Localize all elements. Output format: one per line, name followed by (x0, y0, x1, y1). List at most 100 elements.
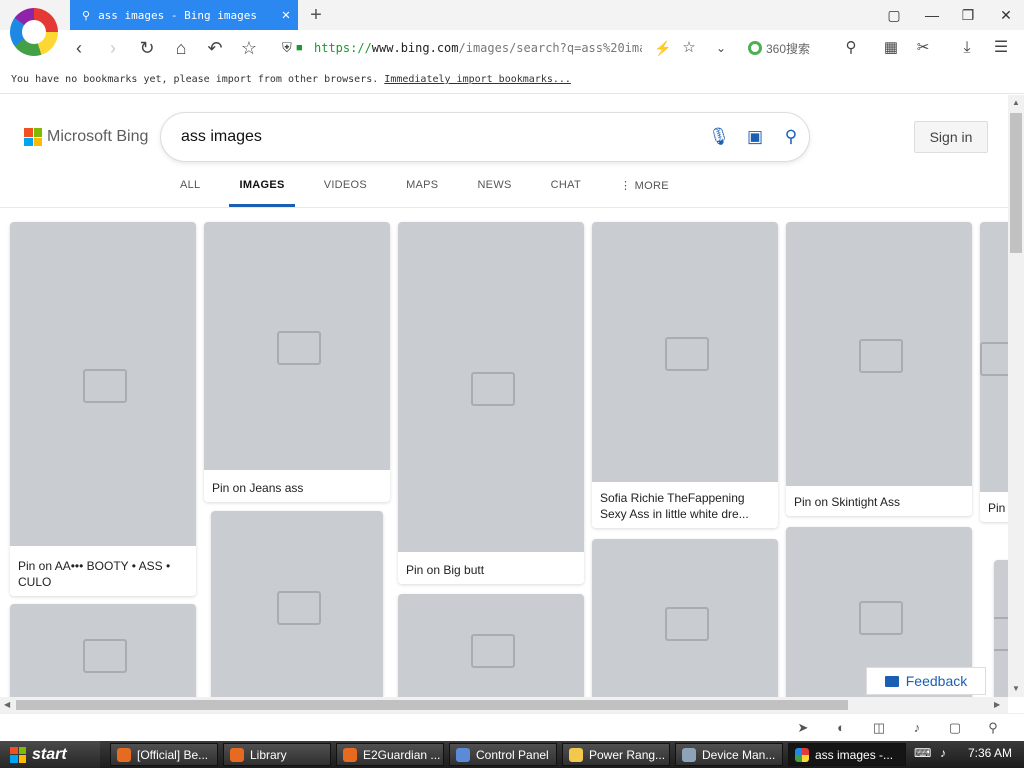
new-tab-button[interactable]: + (306, 3, 326, 27)
brand-name: Microsoft Bing (47, 128, 149, 145)
bing-logo[interactable]: Microsoft Bing (24, 128, 148, 146)
image-result[interactable] (592, 539, 778, 697)
download-icon[interactable]: ⤓ (954, 36, 980, 60)
visual-search-icon[interactable]: ▣ (737, 127, 773, 147)
close-window-icon[interactable]: ✕ (992, 4, 1020, 26)
360-search-icon (748, 41, 762, 55)
system-tray: ⌨ ♪ 7:36 AM (910, 741, 1024, 768)
taskbar-item[interactable]: Device Man... (675, 743, 783, 766)
firefox-icon (343, 747, 357, 762)
scissors-icon[interactable]: ✂ (910, 36, 936, 60)
undo-close-icon[interactable]: ↶ (202, 36, 228, 60)
tab-videos[interactable]: VIDEOS (314, 173, 377, 207)
vertical-scrollbar[interactable]: ▲ ▼ (1008, 95, 1024, 697)
forward-icon[interactable]: › (100, 36, 126, 60)
scope-tabs: ALL IMAGES VIDEOS MAPS NEWS CHAT ⋮ MORE (170, 173, 698, 207)
address-bar[interactable]: ⛨ ■ https://www.bing.com/images/search?q… (282, 35, 642, 61)
tab-bing-images[interactable]: ⚲ ass images - Bing images ✕ (70, 0, 298, 30)
tab-news[interactable]: NEWS (467, 173, 521, 207)
apps-grid-icon[interactable]: ▦ (878, 36, 904, 60)
lightning-icon[interactable]: ⚡ (650, 36, 676, 60)
tab-more[interactable]: ⋮ MORE (610, 173, 679, 207)
image-result[interactable] (10, 604, 196, 697)
image-result[interactable]: Pin (980, 222, 1008, 522)
lock-icon: ■ (296, 42, 303, 54)
chevron-down-icon[interactable]: ⌄ (708, 36, 734, 60)
favorite-icon[interactable]: ☆ (676, 36, 702, 60)
image-placeholder (398, 222, 584, 552)
image-result[interactable] (398, 594, 584, 697)
scroll-right-icon[interactable]: ▶ (994, 700, 1000, 709)
scroll-up-icon[interactable]: ▲ (1012, 98, 1020, 107)
taskbar-item[interactable]: Library (223, 743, 331, 766)
feedback-icon (884, 675, 899, 687)
bookmark-bar: You have no bookmarks yet, please import… (0, 66, 1024, 94)
sign-in-button[interactable]: Sign in (914, 121, 988, 153)
keyboard-icon[interactable]: ⌨ (914, 746, 931, 760)
home-icon[interactable]: ⌂ (168, 36, 194, 60)
device-manager-icon (682, 747, 696, 762)
clock[interactable]: 7:36 AM (968, 746, 1012, 760)
image-result[interactable] (211, 511, 383, 697)
image-result[interactable]: Pin on Skintight Ass (786, 222, 972, 516)
360-browser-logo[interactable] (10, 8, 58, 56)
horizontal-scroll-thumb[interactable] (16, 700, 848, 710)
back-icon[interactable]: ‹ (66, 36, 92, 60)
vertical-scroll-thumb[interactable] (1010, 113, 1022, 253)
scroll-down-icon[interactable]: ▼ (1012, 684, 1020, 693)
taskbar-item[interactable]: Power Rang... (562, 743, 670, 766)
search-icon[interactable]: ⚲ (838, 36, 864, 60)
search-input[interactable]: ass images (181, 128, 701, 146)
horizontal-scrollbar[interactable]: ◀ ▶ (0, 697, 1008, 713)
image-placeholder (980, 222, 1008, 492)
image-caption: Pin on Skintight Ass (794, 495, 901, 509)
volume-icon[interactable]: ♪ (940, 746, 946, 760)
taskbar-item[interactable]: [Official] Be... (110, 743, 218, 766)
taskbar-item-active[interactable]: ass images -... (788, 743, 906, 766)
image-caption: Sofia Richie TheFappening Sexy Ass in li… (600, 491, 749, 521)
tab-images[interactable]: IMAGES (229, 173, 295, 207)
search-engine-label: 360搜索 (766, 41, 811, 56)
window-icon[interactable]: ▢ (946, 720, 964, 738)
restore-icon[interactable]: ❐ (954, 4, 982, 26)
image-placeholder (994, 560, 1008, 697)
start-button[interactable]: start (0, 741, 100, 768)
image-result[interactable]: Pin on Big butt (398, 222, 584, 584)
reload-icon[interactable]: ↻ (134, 36, 160, 60)
image-placeholder (786, 222, 972, 486)
image-result[interactable]: Pin on AA••• BOOTY • ASS • CULO (10, 222, 196, 596)
search-engine-selector[interactable]: 360搜索 (748, 36, 838, 60)
image-result[interactable]: Pin on Jeans ass (204, 222, 390, 502)
import-bookmarks-link[interactable]: Immediately import bookmarks... (384, 74, 571, 85)
minimize-icon[interactable]: — (918, 4, 946, 26)
speedometer-icon[interactable]: ◐ (832, 720, 850, 738)
zoom-icon[interactable]: ⚲ (984, 720, 1002, 738)
bing-page: Microsoft Bing ass images 🎙 ▣ ⚲ Sign in … (0, 95, 1008, 697)
search-icon[interactable]: ⚲ (773, 127, 809, 147)
nav-toolbar: ‹ › ↻ ⌂ ↶ ☆ ⛨ ■ https://www.bing.com/ima… (0, 30, 1024, 66)
tab-maps[interactable]: MAPS (396, 173, 448, 207)
menu-icon[interactable]: ☰ (988, 36, 1014, 60)
bookmark-star-icon[interactable]: ☆ (236, 36, 262, 60)
volume-icon[interactable]: ♪ (908, 720, 926, 738)
url-text[interactable]: https://www.bing.com/images/search?q=ass… (314, 41, 642, 55)
shield-icon[interactable]: ⛨ (282, 40, 296, 56)
taskbar-item[interactable]: Control Panel (449, 743, 557, 766)
trash-icon[interactable]: ◫ (870, 720, 888, 738)
scroll-left-icon[interactable]: ◀ (4, 700, 10, 709)
search-box[interactable]: ass images 🎙 ▣ ⚲ (161, 113, 809, 161)
360-browser-icon (795, 747, 809, 762)
feedback-button[interactable]: Feedback (866, 667, 986, 695)
microphone-icon[interactable]: 🎙 (701, 127, 737, 147)
image-placeholder (204, 222, 390, 470)
taskbar-item[interactable]: E2Guardian ... (336, 743, 444, 766)
tab-all[interactable]: ALL (170, 173, 210, 207)
pin-window-icon[interactable]: ▢ (880, 4, 908, 26)
accelerate-icon[interactable]: ➤ (794, 720, 812, 738)
windows-flag-icon (10, 746, 26, 763)
image-result[interactable]: Sofia Richie TheFappening Sexy Ass in li… (592, 222, 778, 528)
close-tab-icon[interactable]: ✕ (274, 7, 298, 23)
tab-chat[interactable]: CHAT (541, 173, 591, 207)
image-result[interactable] (994, 560, 1008, 697)
image-placeholder (10, 222, 196, 546)
